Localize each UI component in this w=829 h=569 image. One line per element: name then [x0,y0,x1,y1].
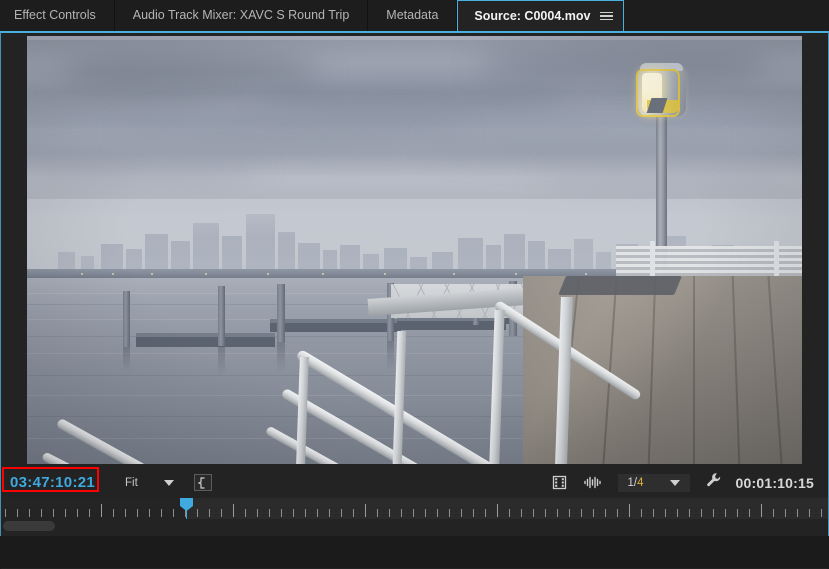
audio-waveform-icon[interactable] [583,475,602,490]
dock-piling [217,285,225,346]
waveform-glyph [583,476,601,489]
piling-reflection [386,341,395,372]
dock-edge [269,318,402,323]
zoom-level-label: Fit [125,476,138,489]
wrench-glyph [706,473,720,487]
cloud [430,130,709,156]
time-ruler[interactable] [1,498,828,519]
bracket-icon [197,476,205,489]
tab-metadata[interactable]: Metadata [368,0,458,31]
floating-dock [269,321,402,333]
piling-reflection [277,342,285,372]
select-zoom-level-button[interactable] [193,474,212,491]
tab-label: Effect Controls [14,8,96,23]
chevron-down-icon [669,479,680,486]
playhead-timecode[interactable]: 03:47:10:21 [10,474,95,491]
dock-piling [277,284,285,342]
settings-wrench-icon[interactable] [706,472,722,493]
cloud [27,155,260,182]
tab-label: Source: C0004.mov [474,8,591,23]
piling-reflection [217,345,225,376]
video-frame[interactable] [27,36,802,464]
video-stage [1,33,828,467]
tab-effect-controls[interactable]: Effect Controls [0,0,115,31]
deck-mat [557,275,682,295]
source-monitor-panel: Effect Controls Audio Track Mixer: XAVC … [0,0,829,569]
zoom-level-dropdown[interactable]: Fit [117,475,180,491]
tab-source-c0004[interactable]: Source: C0004.mov [457,0,625,31]
resolution-denominator: 4 [637,476,644,489]
zoom-scroll-bar[interactable] [1,519,828,533]
tab-label: Audio Track Mixer: XAVC S Round Trip [132,8,350,23]
playhead-handle[interactable] [180,498,193,511]
duration-timecode[interactable]: 00:01:10:15 [736,475,814,491]
panel-tab-bar: Effect Controls Audio Track Mixer: XAVC … [0,0,829,31]
monitor-toolbar: 03:47:10:21 Fit 1 / 4 00:01:10:15 [1,467,828,498]
monitor-body: 03:47:10:21 Fit 1 / 4 00:01:10:15 [0,31,829,569]
status-bar-area [0,536,829,568]
dock-piling [123,291,130,347]
tab-audio-track-mixer[interactable]: Audio Track Mixer: XAVC S Round Trip [115,0,369,31]
zoom-scroll-handle[interactable] [3,521,55,531]
hamburger-menu-icon[interactable] [600,10,614,22]
floating-dock [397,320,506,331]
chevron-down-icon [163,479,174,486]
cloud [476,44,771,88]
film-strip-glyph [552,475,566,490]
floating-dock [135,335,275,347]
tab-bar-empty-area [624,0,829,31]
playback-resolution-dropdown[interactable]: 1 / 4 [617,473,690,492]
piling-reflection [123,346,130,373]
dock-edge [135,332,275,337]
film-strip-icon[interactable] [552,475,567,490]
tab-label: Metadata [386,8,439,23]
playhead[interactable] [180,498,193,519]
